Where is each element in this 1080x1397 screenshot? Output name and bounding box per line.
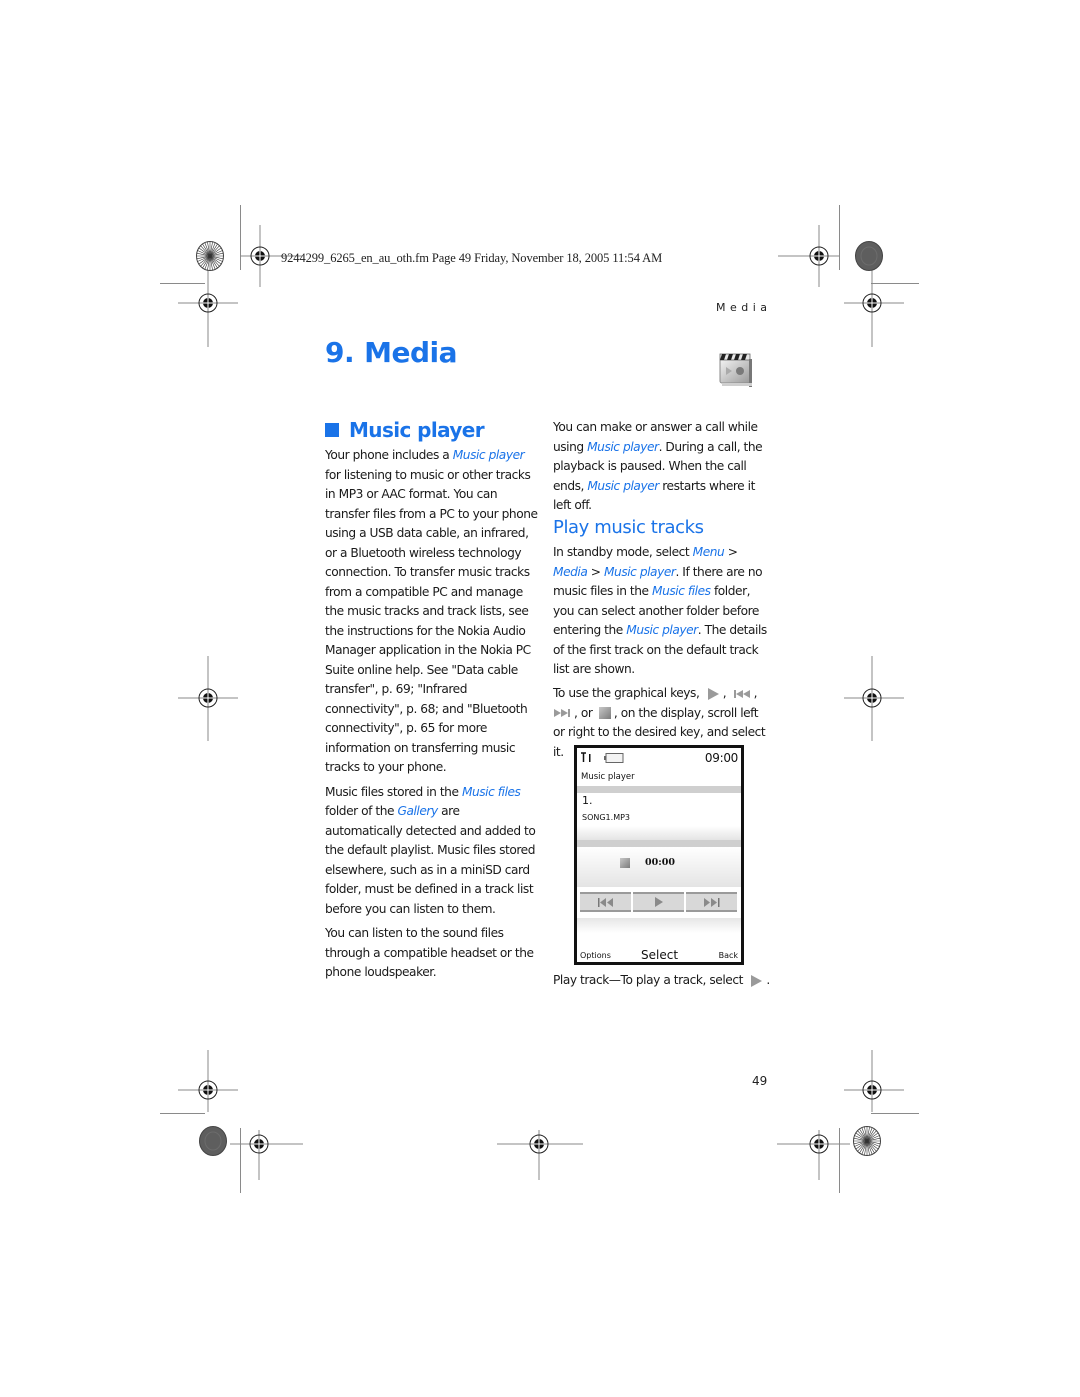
track-name: SONG1.MP3 <box>582 813 631 822</box>
registration-mark-bottom-right <box>777 1130 850 1180</box>
play-icon <box>707 687 719 700</box>
section-marker <box>325 423 339 437</box>
fast-forward-icon <box>703 897 719 907</box>
page-number: 49 <box>752 1074 768 1088</box>
registration-mark-right-lower <box>844 1050 904 1112</box>
softkey-options[interactable]: Options <box>580 951 611 960</box>
text: , <box>722 686 730 700</box>
media-link[interactable]: Media <box>553 565 588 579</box>
left-column: Your phone includes a Music player for l… <box>325 446 540 988</box>
fast-forward-button[interactable] <box>686 892 737 912</box>
paragraph: You can listen to the sound files throug… <box>325 926 534 979</box>
music-player-link[interactable]: Music player <box>604 565 676 579</box>
registration-mark-left-lower <box>178 1050 238 1112</box>
right-column-intro: You can make or answer a call while usin… <box>553 418 768 521</box>
music-files-link[interactable]: Music files <box>462 785 521 799</box>
text: Music files stored in the <box>325 784 462 799</box>
rewind-button[interactable] <box>580 892 631 912</box>
paragraph: You can make or answer a call while usin… <box>553 418 768 516</box>
right-column-steps: In standby mode, select Menu > Media > M… <box>553 543 768 685</box>
play-icon <box>751 974 763 987</box>
music-player-link[interactable]: Music player <box>587 440 659 454</box>
starburst-calibration-mark <box>853 1126 881 1156</box>
status-bar: 09:00 <box>577 748 741 770</box>
paragraph: Your phone includes a Music player for l… <box>325 446 540 778</box>
chapter-number: 9. <box>325 336 355 369</box>
elapsed-time: 00:00 <box>645 857 675 868</box>
battery-icon <box>604 753 624 763</box>
registration-mark-left-middle <box>178 656 238 741</box>
registration-mark-top-right <box>778 225 840 287</box>
registration-mark-right-middle <box>844 656 904 741</box>
stop-icon <box>620 858 630 868</box>
music-player-link[interactable]: Music player <box>587 479 659 493</box>
registration-mark-bottom-left <box>230 1130 303 1180</box>
text: > <box>724 545 738 559</box>
music-files-link[interactable]: Music files <box>652 584 711 598</box>
chapter-title: 9. Media <box>325 336 458 369</box>
divider-band <box>577 840 741 847</box>
section-title-text: Music player <box>349 418 485 442</box>
crop-mark <box>871 1113 919 1114</box>
gallery-link[interactable]: Gallery <box>397 804 438 818</box>
play-icon <box>654 897 663 907</box>
paragraph: Music files stored in the Music files fo… <box>325 783 540 920</box>
text: are automatically detected and added to … <box>325 804 536 916</box>
play-button[interactable] <box>633 892 684 912</box>
text: To use the graphical keys, <box>553 686 703 700</box>
print-slug: 9244299_6265_en_au_oth.fm Page 49 Friday… <box>281 251 663 265</box>
menu-link[interactable]: Menu <box>693 545 725 559</box>
signal-strength-icon <box>581 752 591 762</box>
chapter-title-text: Media <box>364 336 458 369</box>
rewind-icon <box>733 689 750 698</box>
divider-band <box>577 786 741 793</box>
text: , or <box>574 705 596 720</box>
starburst-calibration-mark <box>196 241 224 271</box>
registration-mark-right-upper <box>844 262 904 347</box>
clock: 09:00 <box>704 751 738 765</box>
section-title: Music player <box>325 418 485 442</box>
rewind-icon <box>597 897 613 907</box>
softkey-back[interactable]: Back <box>719 951 738 960</box>
play-track-caption: Play track—To play a track, select . <box>553 973 770 987</box>
text: In standby mode, select <box>553 545 693 559</box>
text: Your phone includes a <box>325 448 453 462</box>
gray-calibration-mark <box>855 241 883 271</box>
track-info-background <box>577 826 741 840</box>
text: . <box>766 973 770 987</box>
media-clapperboard-icon <box>719 353 752 387</box>
playback-controls <box>580 892 737 912</box>
registration-mark-bottom-center <box>497 1130 583 1180</box>
text: folder of the <box>325 804 398 818</box>
running-head: Media <box>716 301 772 314</box>
text: Play track—To play a track, select <box>553 973 747 987</box>
track-number: 1. <box>582 794 593 807</box>
music-player-link[interactable]: Music player <box>626 623 698 637</box>
gray-calibration-mark <box>199 1126 227 1156</box>
divider-band <box>577 918 741 933</box>
music-player-link[interactable]: Music player <box>453 448 525 462</box>
paragraph: In standby mode, select Menu > Media > M… <box>553 543 768 680</box>
app-title: Music player <box>581 772 635 782</box>
subsection-title: Play music tracks <box>553 517 704 538</box>
phone-screen-illustration: 09:00 Music player 1. SONG1.MP3 00:00 Op… <box>574 745 744 965</box>
fast-forward-icon <box>554 709 570 717</box>
text: , <box>753 686 758 700</box>
softkey-select[interactable]: Select <box>641 948 678 962</box>
stop-icon <box>598 707 611 719</box>
text: for listening to music or other tracks i… <box>325 467 538 775</box>
crop-mark <box>160 1113 205 1114</box>
text: > <box>587 564 604 579</box>
registration-mark-left-upper <box>178 262 238 347</box>
